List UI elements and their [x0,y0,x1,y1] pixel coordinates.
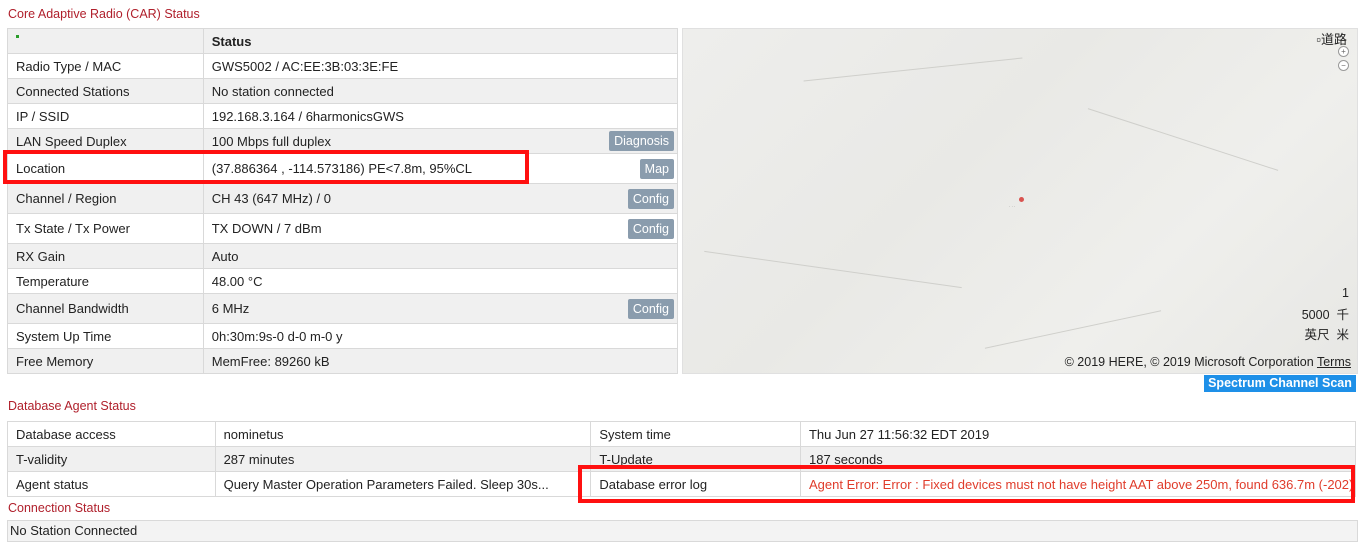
row-label: IP / SSID [7,103,204,129]
table-row: Channel Bandwidth 6 MHz Config [7,293,679,324]
row-value: CH 43 (647 MHz) / 0 [211,191,331,206]
car-status-table: Status Radio Type / MAC GWS5002 / AC:EE:… [7,28,679,374]
db-label: Database access [7,421,216,447]
spectrum-channel-scan-button[interactable]: Spectrum Channel Scan [1204,375,1356,392]
row-value: 48.00 °C [202,268,679,294]
row-value: 6 MHz [211,301,250,316]
table-row: Database access nominetus System time Th… [7,421,1357,447]
map-mode-label: 道路 [1320,32,1347,47]
diagnosis-button[interactable]: Diagnosis [609,131,674,151]
status-dot-icon [16,34,19,38]
map-pin-label: · · · [1009,204,1016,209]
table-row: Connected Stations No station connected [7,78,679,104]
bandwidth-config-button[interactable]: Config [627,298,674,319]
zoom-out-button[interactable]: − [1338,60,1349,71]
db-value: Query Master Operation Parameters Failed… [214,471,592,497]
map-road [803,57,1023,82]
map-scale-top: 1 [1342,286,1349,300]
row-value-cell: 6 MHz Config [202,293,679,324]
row-label: Channel Bandwidth [7,293,204,324]
channel-config-button[interactable]: Config [627,188,674,209]
error-log-highlight-box [578,465,1355,503]
row-value: 100 Mbps full duplex [211,133,331,149]
row-value: 0h:30m:9s-0 d-0 m-0 y [202,323,679,349]
row-label: Free Memory [7,348,204,374]
map-road [704,250,962,289]
db-value: 287 minutes [214,446,592,472]
row-label: RX Gain [7,243,204,269]
db-label: T-validity [7,446,216,472]
row-value: TX DOWN / 7 dBm [211,221,322,236]
row-label: Temperature [7,268,204,294]
row-value-cell: CH 43 (647 MHz) / 0 Config [202,183,679,214]
car-section-title: Core Adaptive Radio (CAR) Status [8,7,200,21]
map-copyright: © 2019 HERE, © 2019 Microsoft Corporatio… [1065,355,1351,369]
car-header-status: Status [202,28,679,54]
location-highlight-box [3,150,529,184]
car-header-corner [7,28,204,54]
map-road [1087,108,1279,171]
connection-status-box: No Station Connected [7,520,1358,542]
table-row: IP / SSID 192.168.3.164 / 6harmonicsGWS [7,103,679,129]
db-section-title: Database Agent Status [8,399,136,413]
table-row: Channel / Region CH 43 (647 MHz) / 0 Con… [7,183,679,214]
row-value: GWS5002 / AC:EE:3B:03:3E:FE [202,53,679,79]
map-scale-units: 英尺 米 [1304,328,1349,342]
row-value: No station connected [202,78,679,104]
map-terms-link[interactable]: Terms [1317,355,1351,369]
row-value: Auto [202,243,679,269]
zoom-in-button[interactable]: + [1338,46,1349,57]
table-row: Temperature 48.00 °C [7,268,679,294]
row-label: Connected Stations [7,78,204,104]
table-row: Radio Type / MAC GWS5002 / AC:EE:3B:03:3… [7,53,679,79]
location-pin-icon[interactable] [1019,197,1024,202]
db-label: System time [590,421,801,447]
table-row: Free Memory MemFree: 89260 kB [7,348,679,374]
row-value: 192.168.3.164 / 6harmonicsGWS [202,103,679,129]
row-label: Radio Type / MAC [7,53,204,79]
location-map[interactable]: · · · ▫道路 + − 1 5000 千 英尺 米 © 2019 HERE,… [682,28,1358,374]
row-label: System Up Time [7,323,204,349]
map-road [984,310,1162,349]
tx-config-button[interactable]: Config [627,218,674,239]
row-value: MemFree: 89260 kB [202,348,679,374]
connection-section-title: Connection Status [8,501,111,515]
db-value: Thu Jun 27 11:56:32 EDT 2019 [799,421,1357,447]
map-scale-value: 5000 千 [1301,308,1349,322]
table-row: RX Gain Auto [7,243,679,269]
table-row: System Up Time 0h:30m:9s-0 d-0 m-0 y [7,323,679,349]
map-copyright-text: © 2019 HERE, © 2019 Microsoft Corporatio… [1064,355,1314,369]
row-label: Tx State / Tx Power [7,213,204,244]
row-label: Channel / Region [7,183,204,214]
map-button[interactable]: Map [639,158,674,179]
db-value: nominetus [214,421,592,447]
row-value-cell: TX DOWN / 7 dBm Config [202,213,679,244]
db-label: Agent status [7,471,216,497]
table-row: Tx State / Tx Power TX DOWN / 7 dBm Conf… [7,213,679,244]
